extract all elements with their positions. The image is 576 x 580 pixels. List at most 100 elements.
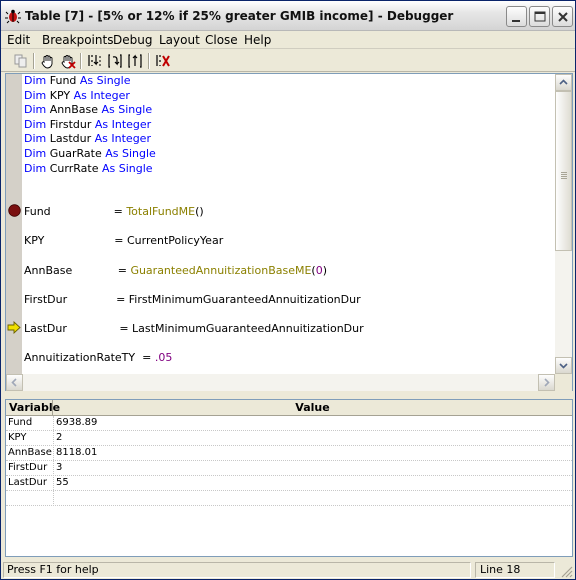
variable-value: 8118.01 [56,447,98,458]
title-bar[interactable]: Table [7] - [5% or 12% if 25% greater GM… [1,1,575,31]
resize-grip-icon[interactable] [559,564,573,578]
variable-value: 3 [56,462,63,473]
menu-edit[interactable]: Edit [7,33,30,47]
code-editor[interactable]: Dim Fund As Single Dim KPY As Integer Di… [5,73,573,391]
step-out-button[interactable] [126,52,144,70]
minimize-icon [512,20,520,22]
menu-help[interactable]: Help [244,33,271,47]
menu-close[interactable]: Close [205,33,238,47]
code-vertical-scrollbar[interactable] [555,74,572,374]
code-token: Lastdur [49,132,95,145]
code-token: KPY [49,89,74,102]
code-line[interactable]: Fund = TotalFundME() [24,205,204,219]
table-row[interactable]: FirstDur 3 [6,461,572,476]
menu-breakpoints[interactable]: Breakpoints [42,33,113,47]
step-over-button[interactable] [106,52,124,70]
clear-breakpoints-button[interactable] [59,52,77,70]
code-token: KPY = CurrentPolicyYear [24,234,224,247]
code-line[interactable]: Dim KPY As Integer [24,89,130,103]
variable-name: LastDur [8,477,47,488]
minimize-button[interactable] [506,6,527,27]
chevron-up-icon [559,79,568,85]
scroll-down-button[interactable] [555,357,572,374]
status-message: Press F1 for help [3,562,471,578]
variable-name: FirstDur [8,462,48,473]
grid-header: Variable Value [6,400,572,416]
code-token: AnnBase [49,103,102,116]
toolbar-separator [148,53,150,69]
code-lines[interactable]: Dim Fund As Single Dim KPY As Integer Di… [24,74,554,374]
breakpoint-icon[interactable] [8,204,21,217]
close-icon [558,12,568,22]
column-header-variable[interactable]: Variable [6,400,60,416]
code-token: GuaranteedAnnuitizationBaseME [130,264,312,277]
step-out-icon [128,54,142,68]
code-token: .05 [154,351,173,364]
code-token: As Single [79,74,131,87]
toolbar [1,50,575,72]
code-line[interactable]: Dim AnnBase As Single [24,103,152,117]
maximize-icon [534,11,546,22]
table-row[interactable]: LastDur 55 [6,476,572,491]
column-header-value[interactable]: Value [53,400,572,416]
variable-name: AnnBase [8,447,52,458]
code-token: As Integer [94,118,152,131]
code-line[interactable]: KPY = CurrentPolicyYear [24,234,223,248]
code-token: Fund = [24,205,127,218]
code-token: Dim [24,103,50,116]
variable-value: 55 [56,477,69,488]
maximize-button[interactable] [529,6,550,27]
scroll-thumb[interactable] [555,91,572,251]
bug-icon [5,8,21,24]
step-into-icon [88,55,101,66]
code-token: GuarRate [49,147,106,160]
variable-name: KPY [8,432,27,443]
code-line[interactable]: Dim GuarRate As Single [24,147,156,161]
stop-debug-icon [156,55,170,67]
code-token: Dim [24,147,50,160]
table-row[interactable]: KPY 2 [6,431,572,446]
debugger-window: Table [7] - [5% or 12% if 25% greater GM… [0,0,576,580]
hand-icon [41,55,53,69]
variable-name: Fund [8,417,33,428]
code-token: Dim [24,162,50,175]
code-line[interactable]: AnnuitizationRateTY = .05 [24,351,172,365]
table-row[interactable]: AnnBase 8118.01 [6,446,572,461]
hand-remove-icon [61,55,76,69]
variable-name [8,491,52,505]
variables-grid[interactable]: Variable Value Fund 6938.89 KPY 2 AnnBas… [5,399,573,557]
scrollbar-corner [555,374,572,391]
code-line[interactable]: FirstDur = FirstMinimumGuaranteedAnnuiti… [24,293,361,307]
close-button[interactable] [552,6,573,27]
menu-layout[interactable]: Layout [159,33,200,47]
code-line[interactable]: Dim CurrRate As Single [24,162,153,176]
code-line[interactable]: Dim Fund As Single [24,74,130,88]
code-token: As Integer [73,89,130,102]
code-token: LastDur = LastMinimumGuaranteedAnnuitiza… [24,322,364,335]
code-line[interactable]: AnnBase = GuaranteedAnnuitizationBaseME(… [24,264,327,278]
pane-splitter[interactable] [1,392,575,398]
code-token: AnnuitizationRateTY = [24,351,155,364]
code-token: As Single [101,162,153,175]
code-line[interactable]: Dim Lastdur As Integer [24,132,151,146]
scroll-up-button[interactable] [555,74,572,91]
code-line-current[interactable]: LastDur = LastMinimumGuaranteedAnnuitiza… [24,322,364,336]
code-line[interactable]: Dim Firstdur As Integer [24,118,151,132]
step-into-button[interactable] [86,52,104,70]
code-token: Dim [24,89,50,102]
scroll-right-button[interactable] [538,374,555,391]
table-row[interactable]: Fund 6938.89 [6,416,572,431]
window-title: Table [7] - [5% or 12% if 25% greater GM… [25,9,454,23]
toggle-breakpoint-button[interactable] [39,52,57,70]
stop-debug-button[interactable] [154,52,172,70]
menu-debug[interactable]: Debug [113,33,152,47]
code-token: 0 [315,264,323,277]
code-horizontal-scrollbar[interactable] [6,374,555,391]
code-token: Dim [24,132,50,145]
table-row-empty[interactable] [6,491,572,506]
scroll-left-button[interactable] [6,374,23,391]
copy-icon [14,54,27,68]
code-token: Dim [24,74,50,87]
toolbar-separator [33,53,35,69]
copy-button[interactable] [12,52,30,70]
